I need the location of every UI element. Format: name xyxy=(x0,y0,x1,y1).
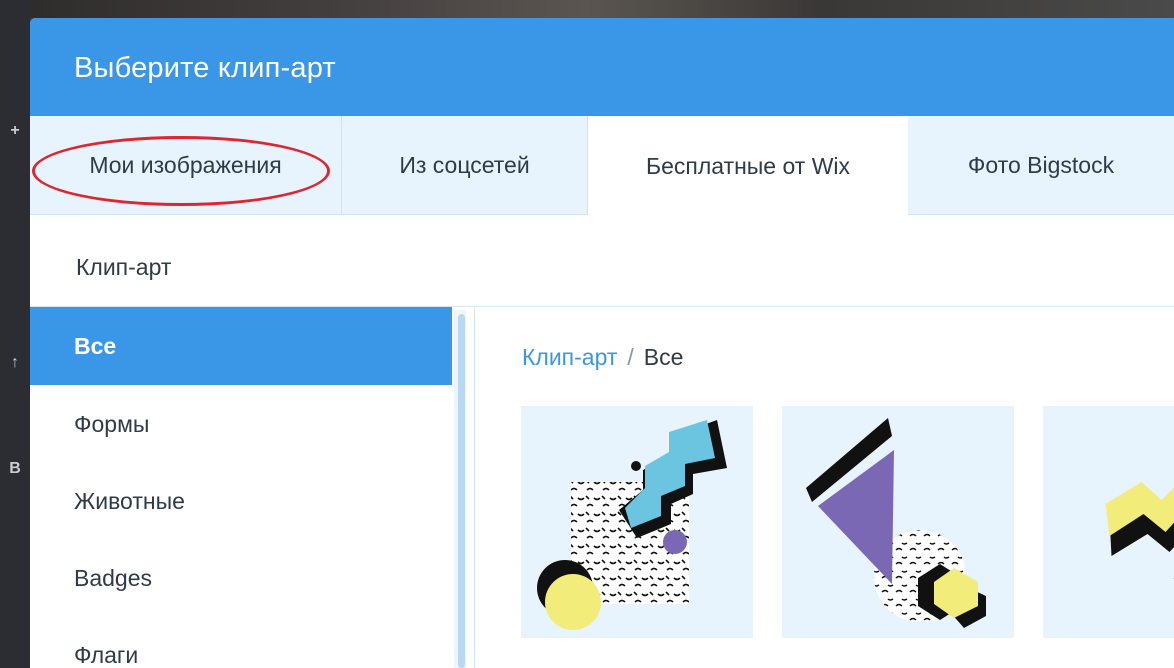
blog-icon[interactable]: B xyxy=(4,458,26,480)
sidebar-item-flags[interactable]: Флаги xyxy=(30,616,452,668)
section-title: Клип-арт xyxy=(76,254,172,280)
tab-bigstock-photos[interactable]: Фото Bigstock xyxy=(908,116,1174,215)
sidebar-item-animals[interactable]: Животные xyxy=(30,462,452,540)
sidebar-item-badges[interactable]: Badges xyxy=(30,539,452,617)
tab-my-images[interactable]: Мои изображения xyxy=(30,116,342,215)
clipart-dialog: Выберите клип-арт Мои изображения Из соц… xyxy=(30,18,1174,668)
memphis-squiggle-square-icon xyxy=(537,420,727,630)
memphis-zigzag-icon xyxy=(1105,482,1174,580)
breadcrumb: Клип-арт / Все xyxy=(522,344,683,371)
category-sidebar: Все Формы Животные Badges Флаги xyxy=(30,307,452,668)
dialog-title: Выберите клип-арт xyxy=(74,52,336,84)
background-strip xyxy=(0,0,1174,18)
memphis-triangle-icon xyxy=(806,418,986,628)
clipart-thumbnail[interactable] xyxy=(782,406,1014,638)
sidebar-item-all[interactable]: Все xyxy=(30,307,452,385)
breadcrumb-current: Все xyxy=(643,344,684,370)
source-tabs: Мои изображения Из соцсетей Бесплатные о… xyxy=(30,116,1174,216)
breadcrumb-link[interactable]: Клип-арт xyxy=(522,344,617,370)
clipart-thumbnail[interactable] xyxy=(521,406,753,638)
clipart-thumbnail[interactable] xyxy=(1043,406,1174,638)
divider xyxy=(474,307,475,668)
tab-free-from-wix[interactable]: Бесплатные от Wix xyxy=(588,116,908,216)
sidebar-scrollbar-thumb[interactable] xyxy=(458,314,465,668)
tab-social[interactable]: Из соцсетей xyxy=(342,116,588,215)
sidebar-item-shapes[interactable]: Формы xyxy=(30,385,452,463)
plus-icon[interactable]: + xyxy=(4,120,26,142)
dialog-header: Выберите клип-арт xyxy=(30,18,1174,116)
upload-icon[interactable]: ↑ xyxy=(4,352,26,374)
editor-left-toolbar: + ↑ B xyxy=(0,0,30,668)
breadcrumb-separator: / xyxy=(627,344,634,370)
